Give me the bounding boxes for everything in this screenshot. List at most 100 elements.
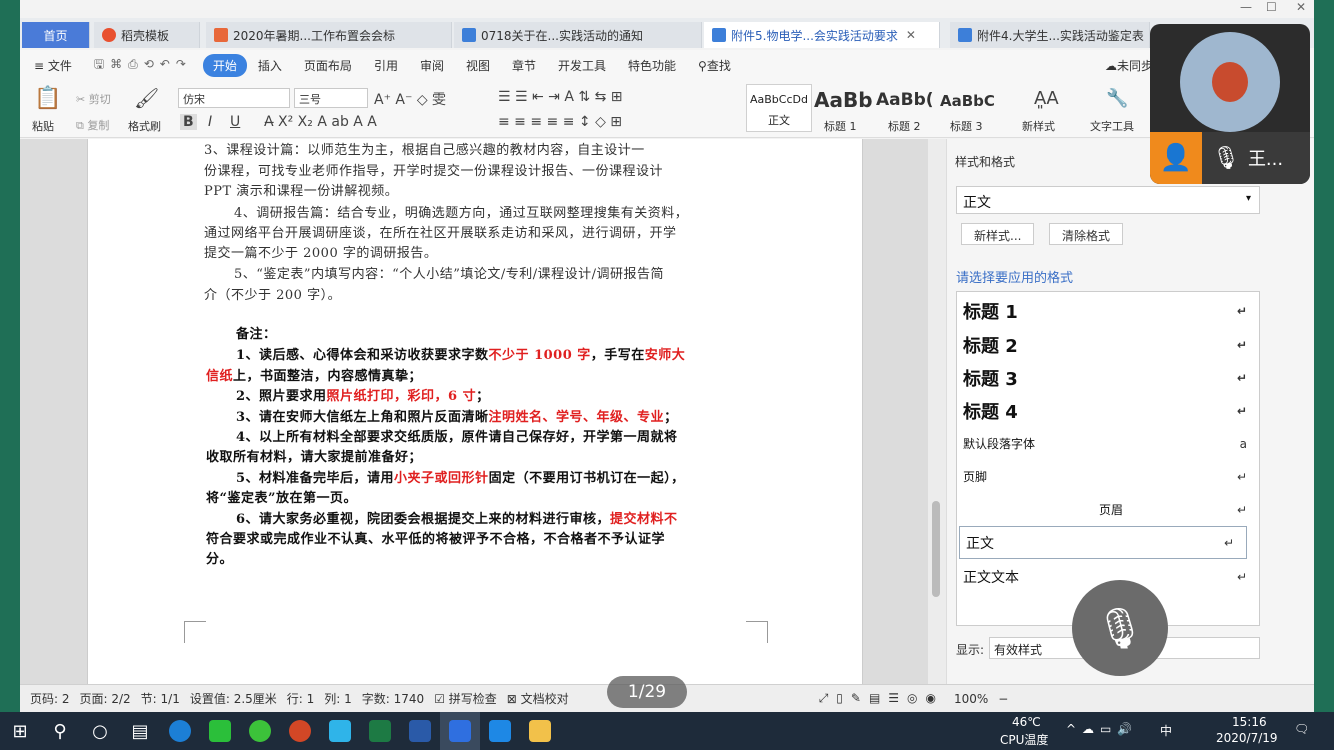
tab-doc-attachment5[interactable]: 附件5.物电学...会实践活动要求 ✕ [704, 22, 940, 48]
pane-hint: 请选择要应用的格式 [956, 271, 1074, 286]
font-size-select[interactable]: 三号 [294, 88, 368, 108]
note-6: 6、请大家务必重视，院团委会根据提交上来的材料进行审核，提交材料不 [236, 508, 678, 527]
style-item-heading3[interactable]: 标题 3 ↵ [957, 361, 1259, 394]
menu-insert[interactable]: 插入 [247, 57, 293, 74]
note-1: 1、读后感、心得体会和采访收获要求字数不少于 1000 字，手写在安师大 [236, 344, 685, 363]
view-mode-icons[interactable]: ⤢▯✎▤☰◎◉ [819, 691, 944, 706]
mute-mic-button[interactable]: 🎙 [1072, 580, 1168, 676]
cpu-temp-label: CPU温度 [1000, 733, 1049, 747]
strike-sup-sub-icons[interactable]: A̶ X² X₂ A ab A A [264, 114, 377, 130]
font-family-value: 仿宋 [183, 93, 205, 106]
italic-icon[interactable]: I [208, 114, 212, 130]
close-icon[interactable]: ✕ [1296, 0, 1306, 14]
style-preview: AaBb( [876, 90, 934, 110]
tencent-meeting-icon[interactable] [480, 712, 520, 750]
style-normal[interactable]: AaBbCcDd 正文 [746, 84, 812, 132]
menu-home[interactable]: 开始 [202, 53, 247, 77]
scroll-thumb[interactable] [932, 501, 940, 597]
menu-references[interactable]: 引用 [363, 57, 409, 74]
clear-format-button[interactable]: 清除格式 [1049, 223, 1124, 245]
close-tab-icon[interactable]: ✕ [906, 28, 916, 42]
paste-label[interactable]: 粘贴 [32, 118, 54, 134]
quick-access-icons[interactable]: 🖫⌘⎙⟲↶↷ [83, 55, 203, 76]
align-icons[interactable]: ≡ ≡ ≡ ≡ ≡ ↕ ◇ ⊞ [498, 114, 622, 130]
note-5-cont: 将“鉴定表”放在第一页。 [206, 491, 357, 506]
tab-label: 0718关于在...实践活动的通知 [481, 28, 643, 43]
style-item-default-font[interactable]: 默认段落字体 a [957, 427, 1259, 460]
grow-font-icon[interactable]: A⁺ A⁻ ◇ 雯 [374, 89, 446, 109]
ime-indicator[interactable]: 中 [1160, 722, 1172, 739]
style-item-heading1[interactable]: 标题 1 ↵ [957, 294, 1259, 327]
tab-docer[interactable]: 稻壳模板 [94, 22, 200, 48]
video-call-window[interactable]: 👤 🎙 王... [1150, 24, 1310, 184]
style-item-header[interactable]: 页眉 ↵ [957, 493, 1259, 526]
start-icon[interactable]: ⊞ [0, 712, 40, 750]
menu-review[interactable]: 审阅 [409, 57, 455, 74]
wrench-icon[interactable]: 🔧 [1106, 88, 1128, 109]
style-heading2[interactable]: AaBb( [876, 90, 934, 110]
style-item-footer[interactable]: 页脚 ↵ [957, 460, 1259, 493]
copy-button[interactable]: ⧉ 复制 [76, 117, 109, 133]
style-label: 标题 3 [950, 120, 983, 133]
search-button[interactable]: ⚲查找 [687, 57, 742, 74]
document-scrollbar[interactable] [928, 139, 946, 684]
proofread-button[interactable]: ⊠ 文档校对 [507, 690, 569, 707]
paste-icon[interactable]: 📋 [34, 86, 61, 111]
menu-section[interactable]: 章节 [501, 57, 547, 74]
edge-icon[interactable] [160, 712, 200, 750]
menu-dev-tools[interactable]: 开发工具 [547, 57, 617, 74]
text-tools-button[interactable]: 文字工具 [1090, 118, 1134, 134]
tab-doc-attachment4[interactable]: 附件4.大学生...实践活动鉴定表 [950, 22, 1150, 48]
format-painter-icon[interactable]: 🖌 [134, 86, 159, 110]
new-style-button[interactable]: 新样式... [961, 223, 1035, 245]
task-view-icon[interactable]: ▤ [120, 712, 160, 750]
menu-view[interactable]: 视图 [455, 57, 501, 74]
style-item-normal[interactable]: 正文 ↵ [959, 526, 1247, 559]
powerpoint-icon[interactable] [280, 712, 320, 750]
file-menu[interactable]: ≡ 文件 [20, 57, 83, 74]
spell-check-button[interactable]: ☑ 拼写检查 [434, 690, 497, 707]
file-explorer-icon[interactable] [520, 712, 560, 750]
iqiyi-icon[interactable] [200, 712, 240, 750]
zoom-out-icon[interactable]: − [998, 692, 1008, 706]
cut-button[interactable]: ✂ 剪切 [76, 91, 111, 107]
screen: — ☐ ✕ 首页 稻壳模板 2020年暑期...工作布置会会标 0718关于在.… [0, 0, 1334, 750]
avatar [1180, 32, 1280, 132]
note-4-cont: 收取所有材料，请大家提前准备好； [206, 450, 423, 465]
search-icon[interactable]: ⚲ [40, 712, 80, 750]
format-painter-label[interactable]: 格式刷 [128, 118, 161, 134]
bold-icon[interactable]: B [180, 114, 197, 130]
tab-ppt[interactable]: 2020年暑期...工作布置会会标 [206, 22, 452, 48]
notification-icon[interactable]: 🗨 [1294, 722, 1309, 736]
underline-icon[interactable]: U [230, 114, 240, 130]
zoom-level[interactable]: 100% [954, 692, 988, 706]
wps-writer-icon[interactable] [440, 712, 480, 750]
current-style-select[interactable]: 正文 ▾ [956, 186, 1260, 214]
cortana-icon[interactable]: ○ [80, 712, 120, 750]
menu-special[interactable]: 特色功能 [617, 57, 687, 74]
list-icons[interactable]: ☰ ☰ ⇤ ⇥ A ⇅ ⇆ ⊞ [498, 89, 622, 105]
style-item-heading2[interactable]: 标题 2 ↵ [957, 328, 1259, 361]
browser-icon[interactable] [240, 712, 280, 750]
new-style-icon[interactable]: A͈A [1034, 88, 1059, 109]
document-page[interactable]: 3、课程设计篇：以师范生为主，根据自己感兴趣的教材内容，自主设计一 份课程，可找… [87, 139, 863, 684]
maximize-icon[interactable]: ☐ [1266, 0, 1277, 14]
media-icon[interactable] [320, 712, 360, 750]
doc-line: PPT 演示和课程一份讲解视频。 [204, 184, 399, 199]
status-row: 行: 1 [286, 692, 315, 706]
new-style-button[interactable]: 新样式 [1022, 118, 1055, 134]
word-icon[interactable] [400, 712, 440, 750]
show-value: 有效样式 [994, 643, 1043, 657]
tab-home[interactable]: 首页 [22, 22, 90, 48]
style-item-heading4[interactable]: 标题 4 ↵ [957, 394, 1259, 427]
tray-icons[interactable]: ^☁▭🔊 [1066, 722, 1138, 736]
excel-icon[interactable] [360, 712, 400, 750]
note-text: 2、照片要求用 [236, 389, 327, 404]
font-family-select[interactable]: 仿宋 [178, 88, 290, 108]
style-heading3[interactable]: AaBbC [940, 92, 995, 110]
tab-doc-0718[interactable]: 0718关于在...实践活动的通知 [454, 22, 702, 48]
note-text: 6、请大家务必重视，院团委会根据提交上来的材料进行审核， [236, 512, 611, 527]
minimize-icon[interactable]: — [1240, 0, 1252, 14]
style-heading1[interactable]: AaBb [814, 88, 873, 112]
menu-page-layout[interactable]: 页面布局 [293, 57, 363, 74]
